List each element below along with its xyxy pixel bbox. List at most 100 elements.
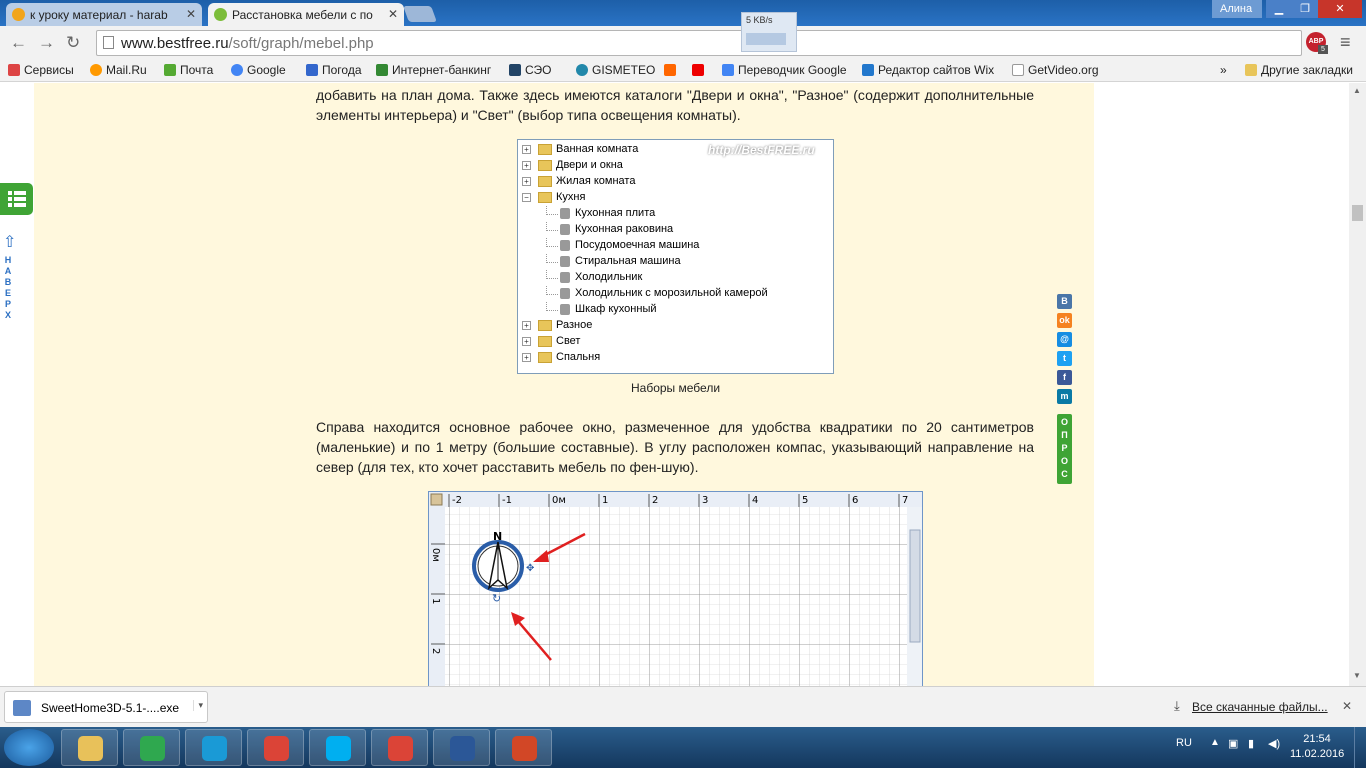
tab-1[interactable]: к уроку материал - harab ✕ xyxy=(6,3,202,26)
url-path: /soft/graph/mebel.php xyxy=(228,35,374,52)
all-downloads-link[interactable]: Все скачанные файлы... xyxy=(1192,700,1328,714)
show-desktop-button[interactable] xyxy=(1354,727,1366,768)
apps-icon xyxy=(8,64,20,76)
volume-icon[interactable]: ◀) xyxy=(1268,737,1280,750)
social-share-button[interactable]: В xyxy=(1057,294,1072,309)
bookmark-pogoda[interactable]: Погода xyxy=(306,63,362,77)
social-share-button[interactable]: ok xyxy=(1057,313,1072,328)
close-tab-icon[interactable]: ✕ xyxy=(186,7,196,21)
new-tab-button[interactable] xyxy=(403,6,437,22)
collapse-icon[interactable]: − xyxy=(522,193,531,202)
taskbar-app-button[interactable] xyxy=(495,729,552,766)
social-share-button[interactable]: f xyxy=(1057,370,1072,385)
tree-item-row[interactable]: Кухонная плита xyxy=(518,206,818,222)
scroll-up-icon[interactable]: ▲ xyxy=(1353,86,1361,95)
compass-resize-handle-icon[interactable]: ✥ xyxy=(526,563,534,574)
tree-folder-row[interactable]: + Ванная комната xyxy=(518,142,818,158)
scroll-down-icon[interactable]: ▼ xyxy=(1353,671,1361,680)
menu-list-button[interactable] xyxy=(0,183,33,215)
taskbar-app-button[interactable] xyxy=(433,729,490,766)
close-window-button[interactable]: ✕ xyxy=(1318,0,1362,18)
forward-arrow-icon[interactable]: → xyxy=(38,33,55,53)
bookmark-gismeteo[interactable]: GISMETEO xyxy=(576,63,655,77)
more-bookmarks-button[interactable]: » xyxy=(1220,63,1227,77)
tree-folder-label: Жилая комната xyxy=(556,175,636,187)
bookmark-seo[interactable]: СЭО xyxy=(509,63,552,77)
taskbar-app-button[interactable] xyxy=(371,729,428,766)
up-arrow-icon[interactable]: ⇧ xyxy=(3,235,16,251)
poll-button[interactable]: О П Р О С xyxy=(1057,414,1072,484)
adblock-count: 5 xyxy=(1318,45,1328,54)
tree-item-row[interactable]: Стиральная машина xyxy=(518,254,818,270)
social-share-button[interactable]: @ xyxy=(1057,332,1072,347)
taskbar-app-button[interactable] xyxy=(185,729,242,766)
compass-rotate-handle-icon[interactable]: ↻ xyxy=(492,593,501,605)
tree-item-row[interactable]: Холодильник с морозильной камерой xyxy=(518,286,818,302)
speed-widget[interactable]: 5 KB/s xyxy=(741,12,797,52)
tree-item-row[interactable]: Холодильник xyxy=(518,270,818,286)
expand-icon[interactable]: + xyxy=(522,161,531,170)
start-button[interactable] xyxy=(4,729,54,766)
tree-folder-row[interactable]: + Двери и окна xyxy=(518,158,818,174)
tree-folder-row[interactable]: + Свет xyxy=(518,334,818,350)
other-bookmarks[interactable]: Другие закладки xyxy=(1245,63,1353,77)
taskbar-app-button[interactable] xyxy=(309,729,366,766)
taskbar-app-button[interactable] xyxy=(247,729,304,766)
tree-line xyxy=(546,206,558,215)
bookmark-ok[interactable] xyxy=(664,63,680,77)
tree-folder-row[interactable]: + Спальня xyxy=(518,350,818,366)
tree-line xyxy=(546,286,558,295)
social-share-button[interactable]: t xyxy=(1057,351,1072,366)
tray-arrow-icon[interactable]: ▲ xyxy=(1210,737,1220,748)
compass-north-label: N xyxy=(493,530,502,543)
bookmark-getvideo[interactable]: GetVideo.org xyxy=(1012,63,1099,77)
close-tab-icon[interactable]: ✕ xyxy=(388,7,398,21)
language-indicator[interactable]: RU xyxy=(1176,737,1192,749)
clock[interactable]: 21:54 11.02.2016 xyxy=(1290,732,1344,762)
tray-device-icon[interactable]: ▣ xyxy=(1228,737,1238,750)
taskbar-app-button[interactable] xyxy=(123,729,180,766)
close-download-bar-icon[interactable]: ✕ xyxy=(1342,699,1352,713)
bookmark-services[interactable]: Сервисы xyxy=(8,63,74,77)
download-item[interactable]: SweetHome3D-5.1-....exe ▾ xyxy=(4,691,208,723)
address-bar[interactable]: www.bestfree.ru/soft/graph/mebel.php xyxy=(96,30,1302,56)
bookmark-translate[interactable]: Переводчик Google xyxy=(722,63,847,77)
network-icon[interactable]: ▮ xyxy=(1248,737,1254,750)
page-scrollbar[interactable]: ▲ ▼ xyxy=(1349,83,1366,686)
bookmark-google[interactable]: Google xyxy=(231,63,286,77)
expand-icon[interactable]: + xyxy=(522,177,531,186)
floor-plan-view[interactable]: -2 -1 0м 1 2 3 4 5 6 7 0м 1 2 N ✥ ↻ xyxy=(428,491,923,686)
tree-folder-row[interactable]: + Разное xyxy=(518,318,818,334)
expand-icon[interactable]: + xyxy=(522,337,531,346)
furniture-tree[interactable]: http://BestFREE.ru + Ванная комната + Двери… xyxy=(517,139,834,374)
folder-icon xyxy=(538,336,552,347)
tree-item-row[interactable]: Кухонная раковина xyxy=(518,222,818,238)
tree-item-row[interactable]: Посудомоечная машина xyxy=(518,238,818,254)
taskbar-app-button[interactable] xyxy=(61,729,118,766)
bookmark-pochta[interactable]: Почта xyxy=(164,63,213,77)
scroll-top-link[interactable]: Н А В Е Р Х xyxy=(0,255,16,321)
menu-icon[interactable]: ≡ xyxy=(1340,32,1351,53)
ruler-x-label: 3 xyxy=(702,495,708,506)
tab-2[interactable]: Расстановка мебели с по ✕ xyxy=(208,3,404,26)
back-arrow-icon[interactable]: ← xyxy=(10,33,27,53)
profile-button[interactable]: Алина xyxy=(1212,0,1262,18)
bookmark-bank[interactable]: Интернет-банкинг xyxy=(376,63,491,77)
expand-icon[interactable]: + xyxy=(522,353,531,362)
expand-icon[interactable]: + xyxy=(522,145,531,154)
tree-folder-row[interactable]: − Кухня xyxy=(518,190,818,206)
bookmark-wix[interactable]: Редактор сайтов Wix xyxy=(862,63,994,77)
expand-icon[interactable]: + xyxy=(522,321,531,330)
scrollbar-thumb[interactable] xyxy=(1352,205,1363,221)
social-share-button[interactable]: m xyxy=(1057,389,1072,404)
plan-scroll-thumb[interactable] xyxy=(909,529,921,643)
reload-icon[interactable]: ↻ xyxy=(66,33,80,53)
plan-lock-icon[interactable] xyxy=(430,493,443,506)
minimize-button[interactable]: ▁ xyxy=(1266,0,1292,18)
download-menu-icon[interactable]: ▾ xyxy=(193,700,203,711)
maximize-button[interactable]: ❐ xyxy=(1292,0,1318,18)
tree-item-row[interactable]: Шкаф кухонный xyxy=(518,302,818,318)
bookmark-youtube[interactable] xyxy=(692,63,708,77)
bookmark-mailru[interactable]: Mail.Ru xyxy=(90,63,147,77)
tree-folder-row[interactable]: + Жилая комната xyxy=(518,174,818,190)
